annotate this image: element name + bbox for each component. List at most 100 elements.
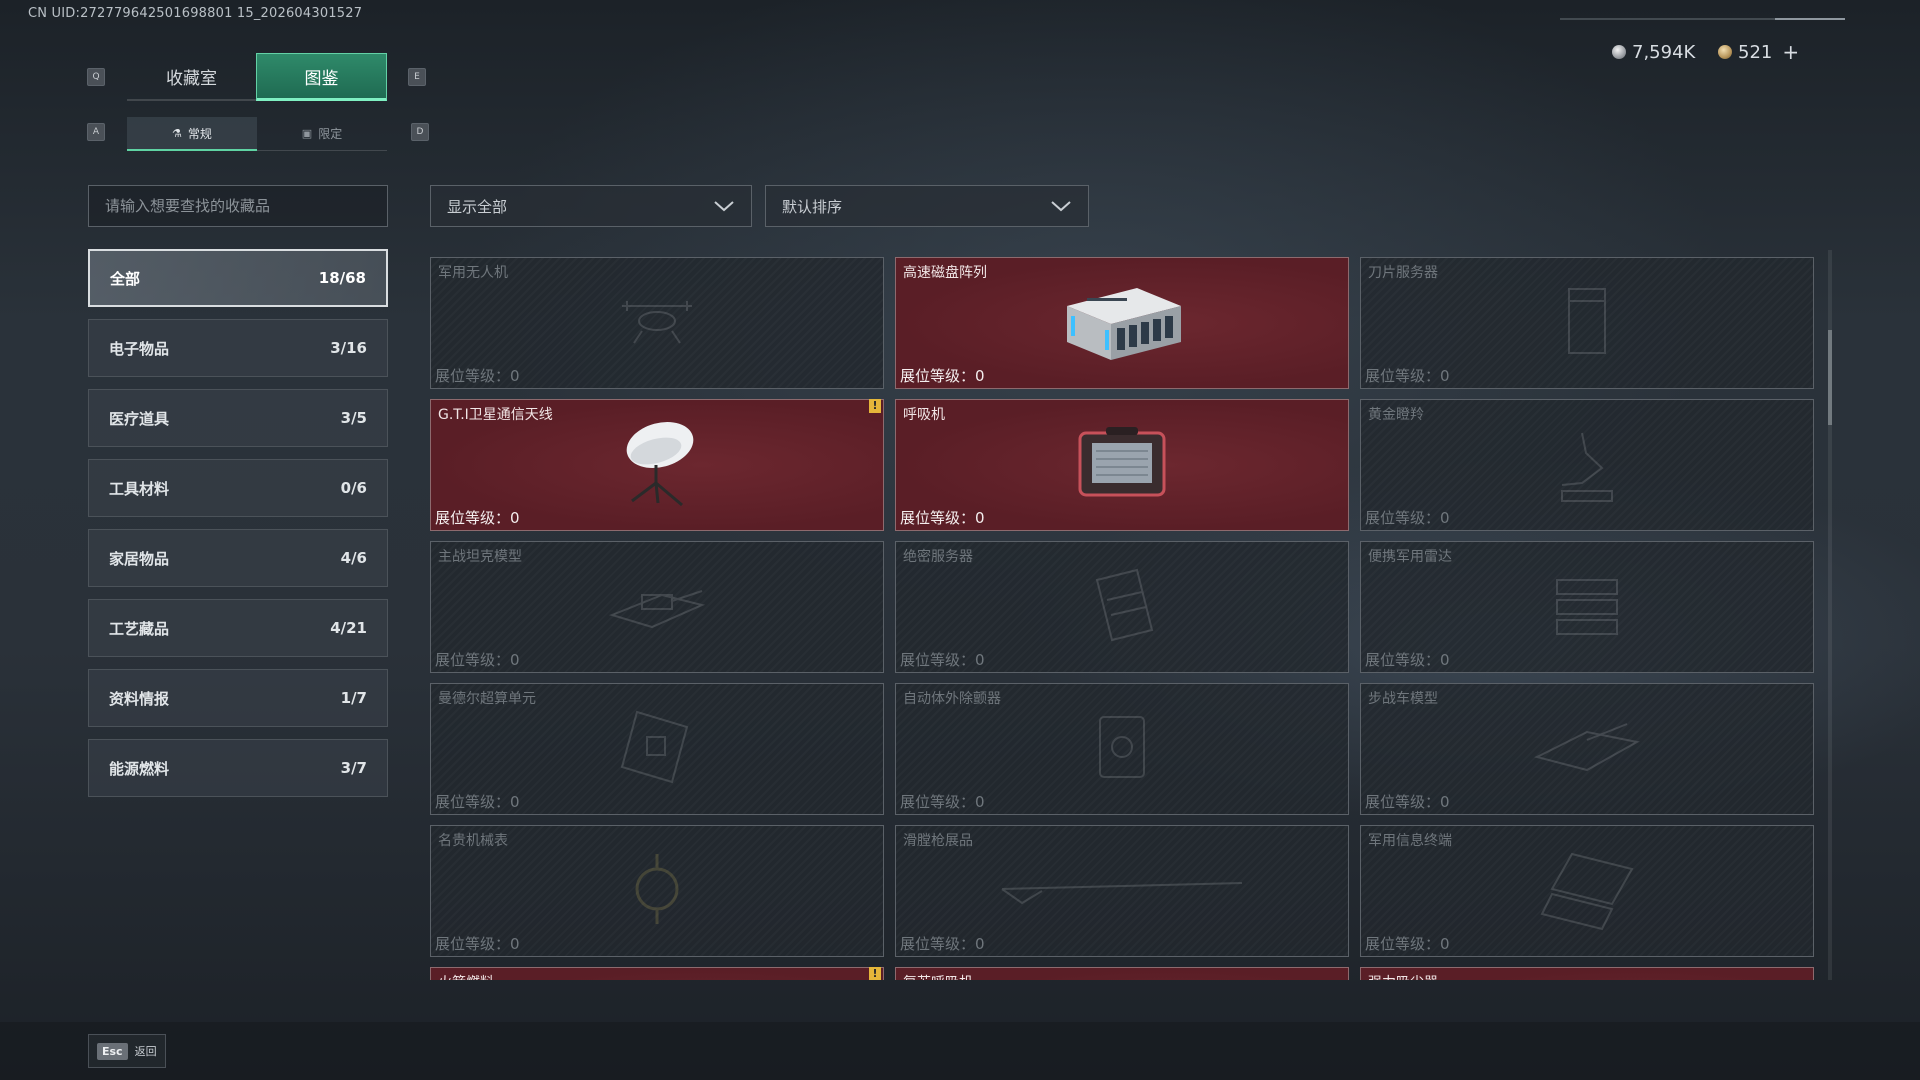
warning-badge-icon: ! <box>869 967 881 980</box>
collection-item-card[interactable]: 强力吸尘器展位等级：0 <box>1360 967 1814 980</box>
ventilator-icon <box>1072 423 1172 507</box>
level-label: 展位等级： <box>435 651 511 669</box>
collection-item-card[interactable]: 黄金瞪羚 展位等级：0 <box>1360 399 1814 531</box>
category-label: 家居物品 <box>109 549 170 568</box>
level-label: 展位等级： <box>900 509 976 527</box>
main-tabs: 收藏室 图鉴 <box>127 53 387 101</box>
grid-scrollbar[interactable] <box>1828 250 1832 980</box>
gold-amount: 521 <box>1738 41 1773 63</box>
level-value: 0 <box>975 651 985 669</box>
category-medical[interactable]: 医疗道具 3/5 <box>88 389 388 447</box>
level-value: 0 <box>1440 367 1450 385</box>
level-label: 展位等级： <box>900 651 976 669</box>
gold-currency[interactable]: 521 + <box>1718 40 1799 64</box>
level-value: 0 <box>1440 509 1450 527</box>
esc-key-icon: Esc <box>97 1042 128 1060</box>
level-value: 0 <box>510 509 520 527</box>
tab-limited[interactable]: ▣ 限定 <box>257 117 387 151</box>
collection-item-card[interactable]: 高速磁盘阵列 展位等级：0 <box>895 257 1349 389</box>
category-label: 工具材料 <box>109 479 170 498</box>
top-progress-line <box>1560 18 1845 20</box>
footer-bar <box>0 1022 1920 1080</box>
collection-item-card[interactable]: 军用无人机 展位等级：0 <box>430 257 884 389</box>
collection-item-card[interactable]: 名贵机械表 展位等级：0 <box>430 825 884 957</box>
category-tools[interactable]: 工具材料 0/6 <box>88 459 388 517</box>
item-level: 展位等级：0 <box>1365 791 1450 812</box>
key-hint-prev-tab: Q <box>87 68 105 86</box>
tab-codex[interactable]: 图鉴 <box>256 53 387 101</box>
category-fuel[interactable]: 能源燃料 3/7 <box>88 739 388 797</box>
key-hint-next-tab: E <box>408 68 426 86</box>
item-name: 主战坦克模型 <box>438 549 522 565</box>
blade-server-icon <box>1557 281 1617 365</box>
category-count: 3/7 <box>340 759 367 777</box>
tank-model-icon <box>602 565 712 649</box>
category-count: 3/16 <box>330 339 367 357</box>
collection-item-card[interactable]: 火箭燃料展位等级：0! <box>430 967 884 980</box>
item-name: 复苏呼吸机 <box>903 972 973 980</box>
collection-item-card[interactable]: 复苏呼吸机展位等级：0 <box>895 967 1349 980</box>
display-filter-dropdown[interactable]: 显示全部 <box>430 185 752 227</box>
level-value: 0 <box>975 793 985 811</box>
add-currency-button[interactable]: + <box>1782 40 1799 64</box>
collection-item-card[interactable]: 绝密服务器展位等级：0 <box>895 541 1349 673</box>
item-level: 展位等级：0 <box>1365 507 1450 528</box>
level-label: 展位等级： <box>435 367 511 385</box>
item-level: 展位等级：0 <box>435 649 520 670</box>
level-label: 展位等级： <box>900 367 976 385</box>
silver-currency: 7,594K <box>1612 40 1695 64</box>
collection-item-card[interactable]: 滑膛枪展品 展位等级：0 <box>895 825 1349 957</box>
item-level: 展位等级：0 <box>900 791 985 812</box>
item-name: 步战车模型 <box>1368 691 1438 707</box>
level-label: 展位等级： <box>1365 367 1441 385</box>
level-value: 0 <box>1440 793 1450 811</box>
collection-item-card[interactable]: 主战坦克模型 展位等级：0 <box>430 541 884 673</box>
key-hint-next-subtab: D <box>411 123 429 141</box>
collection-item-card[interactable]: 军用信息终端 展位等级：0 <box>1360 825 1814 957</box>
collection-item-card[interactable]: 自动体外除颤器 展位等级：0 <box>895 683 1349 815</box>
collection-item-card[interactable]: 曼德尔超算单元 展位等级：0 <box>430 683 884 815</box>
collection-item-card[interactable]: 步战车模型展位等级：0 <box>1360 683 1814 815</box>
item-level: 展位等级：0 <box>435 791 520 812</box>
warning-badge-icon: ! <box>869 399 881 413</box>
badge-icon: ▣ <box>301 127 313 140</box>
category-label: 全部 <box>110 269 141 288</box>
category-electronics[interactable]: 电子物品 3/16 <box>88 319 388 377</box>
item-level: 展位等级：0 <box>435 933 520 954</box>
back-label: 返回 <box>134 1045 157 1058</box>
item-level: 展位等级：0 <box>900 507 985 528</box>
tab-regular[interactable]: ⚗ 常规 <box>127 117 257 151</box>
category-all[interactable]: 全部 18/68 <box>88 249 388 307</box>
collection-item-card[interactable]: G.T.I卫星通信天线 展位等级：0! <box>430 399 884 531</box>
tab-regular-label: 常规 <box>187 126 212 141</box>
item-level: 展位等级：0 <box>435 507 520 528</box>
search-input[interactable] <box>89 186 387 226</box>
collection-item-card[interactable]: 刀片服务器 展位等级：0 <box>1360 257 1814 389</box>
collection-item-card[interactable]: 呼吸机 展位等级：0 <box>895 399 1349 531</box>
silver-coin-icon <box>1612 45 1626 59</box>
item-name: 军用信息终端 <box>1368 833 1452 849</box>
server-icon <box>1077 560 1167 654</box>
tab-collection-room[interactable]: 收藏室 <box>127 53 256 101</box>
category-household[interactable]: 家居物品 4/6 <box>88 529 388 587</box>
back-button[interactable]: Esc 返回 <box>88 1034 166 1068</box>
collection-item-card[interactable]: 便携军用雷达 展位等级：0 <box>1360 541 1814 673</box>
drone-icon <box>612 291 702 355</box>
flask-icon: ⚗ <box>172 126 182 140</box>
sort-dropdown[interactable]: 默认排序 <box>765 185 1089 227</box>
category-label: 工艺藏品 <box>109 619 170 638</box>
item-name: 绝密服务器 <box>903 549 973 565</box>
item-level: 展位等级：0 <box>1365 649 1450 670</box>
level-value: 0 <box>510 651 520 669</box>
silver-amount: 7,594K <box>1632 41 1696 63</box>
level-label: 展位等级： <box>1365 509 1441 527</box>
level-label: 展位等级： <box>1365 793 1441 811</box>
category-crafts[interactable]: 工艺藏品 4/21 <box>88 599 388 657</box>
level-value: 0 <box>510 793 520 811</box>
category-count: 4/21 <box>330 619 367 637</box>
chevron-down-icon <box>1051 201 1071 212</box>
scrollbar-thumb[interactable] <box>1828 330 1832 425</box>
item-name: 强力吸尘器 <box>1368 972 1438 980</box>
category-intel[interactable]: 资料情报 1/7 <box>88 669 388 727</box>
watch-icon <box>617 844 697 938</box>
